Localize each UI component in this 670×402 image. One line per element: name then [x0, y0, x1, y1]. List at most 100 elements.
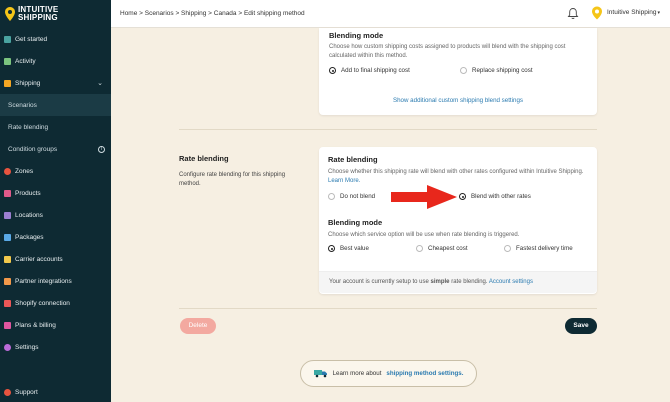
- integration-icon: [4, 277, 11, 285]
- radio-blend-with-other[interactable]: Blend with other rates: [459, 193, 531, 200]
- support-label: Support: [15, 389, 38, 396]
- sidebar: INTUITIVE SHIPPING Get started Activity …: [0, 0, 111, 402]
- sidebar-item-packages[interactable]: Packages: [0, 226, 111, 248]
- sidebar-item-shopify-connection[interactable]: Shopify connection: [0, 292, 111, 314]
- sidebar-item-rate-blending[interactable]: Rate blending: [0, 116, 111, 138]
- sidebar-item-label: Plans & billing: [15, 321, 56, 329]
- sidebar-item-locations[interactable]: Locations: [0, 204, 111, 226]
- account-settings-link[interactable]: Account settings: [489, 279, 533, 285]
- card-title: Rate blending: [328, 155, 378, 164]
- sidebar-item-label: Scenarios: [8, 101, 37, 109]
- sidebar-item-scenarios[interactable]: Scenarios: [0, 94, 111, 116]
- section-description: Configure rate blending for this shippin…: [179, 172, 286, 187]
- info-icon[interactable]: i: [98, 145, 105, 153]
- sidebar-item-get-started[interactable]: Get started: [0, 28, 111, 50]
- section-divider: [179, 129, 597, 130]
- billing-icon: [4, 321, 11, 329]
- card-title: Blending mode: [329, 31, 384, 40]
- radio-replace[interactable]: Replace shipping cost: [460, 67, 533, 74]
- account-name: Intuitive Shipping: [607, 9, 657, 16]
- sidebar-item-label: Rate blending: [8, 123, 49, 131]
- card-description: Choose whether this shipping rate will b…: [328, 168, 590, 186]
- blending-mode-description: Choose which service option will be use …: [328, 232, 520, 238]
- red-arrow-annotation: [391, 185, 457, 209]
- shipping-icon: [4, 79, 11, 87]
- footer-text-post: rate blending.: [451, 279, 488, 285]
- sidebar-nav: Get started Activity Shipping ⌄ Scenario…: [0, 28, 111, 358]
- radio-add-to-final[interactable]: Add to final shipping cost: [329, 67, 410, 74]
- sidebar-item-label: Get started: [15, 35, 48, 43]
- sidebar-item-support[interactable]: Support: [4, 389, 38, 396]
- radio-dot[interactable]: [460, 67, 467, 74]
- blending-mode-title: Blending mode: [328, 218, 383, 227]
- footer-text: Your account is currently setup to use s…: [329, 279, 533, 285]
- support-icon: [4, 389, 11, 396]
- sidebar-item-label: Shipping: [15, 79, 41, 87]
- truck-icon: [313, 370, 327, 378]
- globe-icon: [4, 167, 11, 175]
- sidebar-item-label: Settings: [15, 343, 39, 351]
- learn-more-text: Learn more about: [332, 370, 382, 377]
- app-logo[interactable]: INTUITIVE SHIPPING: [0, 0, 111, 28]
- logo-text: INTUITIVE SHIPPING: [18, 6, 58, 22]
- radio-dot[interactable]: [329, 67, 336, 74]
- radio-label: Replace shipping cost: [472, 67, 533, 74]
- sidebar-item-label: Packages: [15, 233, 44, 241]
- footer-text-pre: Your account is currently setup to use: [329, 279, 429, 285]
- rate-blending-card: Rate blending Choose whether this shippi…: [319, 147, 597, 294]
- shipping-method-settings-link[interactable]: shipping method settings.: [386, 370, 463, 377]
- radio-dot[interactable]: [328, 245, 335, 252]
- radio-cheapest-cost[interactable]: Cheapest cost: [416, 245, 468, 252]
- learn-more-banner[interactable]: Learn more about shipping method setting…: [300, 360, 477, 387]
- sidebar-item-label: Shopify connection: [15, 299, 70, 307]
- radio-label: Best value: [340, 245, 369, 252]
- card-description: Choose how custom shipping costs assigne…: [329, 44, 566, 59]
- sidebar-item-label: Condition groups: [8, 145, 58, 153]
- radio-best-value[interactable]: Best value: [328, 245, 369, 252]
- radio-label: Add to final shipping cost: [341, 67, 410, 74]
- chart-icon: [4, 57, 11, 65]
- sidebar-item-partner-integrations[interactable]: Partner integrations: [0, 270, 111, 292]
- radio-dot[interactable]: [459, 193, 466, 200]
- radio-label: Blend with other rates: [471, 193, 531, 200]
- radio-do-not-blend[interactable]: Do not blend: [328, 193, 375, 200]
- account-menu[interactable]: Intuitive Shipping▾: [607, 9, 660, 16]
- delete-button[interactable]: Delete: [180, 318, 216, 334]
- avatar[interactable]: [591, 6, 603, 20]
- sidebar-item-carrier-accounts[interactable]: Carrier accounts: [0, 248, 111, 270]
- blending-mode-card: Blending mode Choose how custom shipping…: [319, 28, 597, 115]
- sidebar-item-label: Activity: [15, 57, 36, 65]
- sidebar-item-plans-billing[interactable]: Plans & billing: [0, 314, 111, 336]
- sidebar-item-label: Locations: [15, 211, 43, 219]
- learn-more-link[interactable]: Learn More.: [328, 178, 360, 184]
- sidebar-item-activity[interactable]: Activity: [0, 50, 111, 72]
- actions-divider: [179, 308, 597, 309]
- sidebar-item-label: Products: [15, 189, 41, 197]
- tag-icon: [4, 189, 11, 197]
- sidebar-item-label: Carrier accounts: [15, 255, 63, 263]
- logo-line2: SHIPPING: [18, 13, 58, 22]
- gear-icon: [4, 343, 11, 351]
- radio-dot[interactable]: [504, 245, 511, 252]
- radio-dot[interactable]: [416, 245, 423, 252]
- sidebar-item-zones[interactable]: Zones: [0, 160, 111, 182]
- radio-label: Cheapest cost: [428, 245, 468, 252]
- sidebar-item-condition-groups[interactable]: Condition groups i: [0, 138, 111, 160]
- breadcrumb[interactable]: Home > Scenarios > Shipping > Canada > E…: [120, 10, 305, 17]
- bell-icon[interactable]: [567, 7, 579, 20]
- sidebar-item-settings[interactable]: Settings: [0, 336, 111, 358]
- radio-dot[interactable]: [328, 193, 335, 200]
- main-content: Blending mode Choose how custom shipping…: [111, 28, 670, 402]
- radio-fastest-delivery[interactable]: Fastest delivery time: [504, 245, 573, 252]
- sidebar-item-shipping[interactable]: Shipping ⌄: [0, 72, 111, 94]
- key-icon: [4, 255, 11, 263]
- topbar: Home > Scenarios > Shipping > Canada > E…: [111, 0, 670, 28]
- show-additional-settings-link[interactable]: Show additional custom shipping blend se…: [319, 97, 597, 104]
- save-button[interactable]: Save: [565, 318, 597, 334]
- radio-label: Fastest delivery time: [516, 245, 573, 252]
- radio-label: Do not blend: [340, 193, 376, 200]
- caret-down-icon: ▾: [657, 10, 661, 16]
- account-setup-footer: Your account is currently setup to use s…: [319, 271, 597, 293]
- footer-text-bold: simple: [430, 279, 450, 285]
- sidebar-item-products[interactable]: Products: [0, 182, 111, 204]
